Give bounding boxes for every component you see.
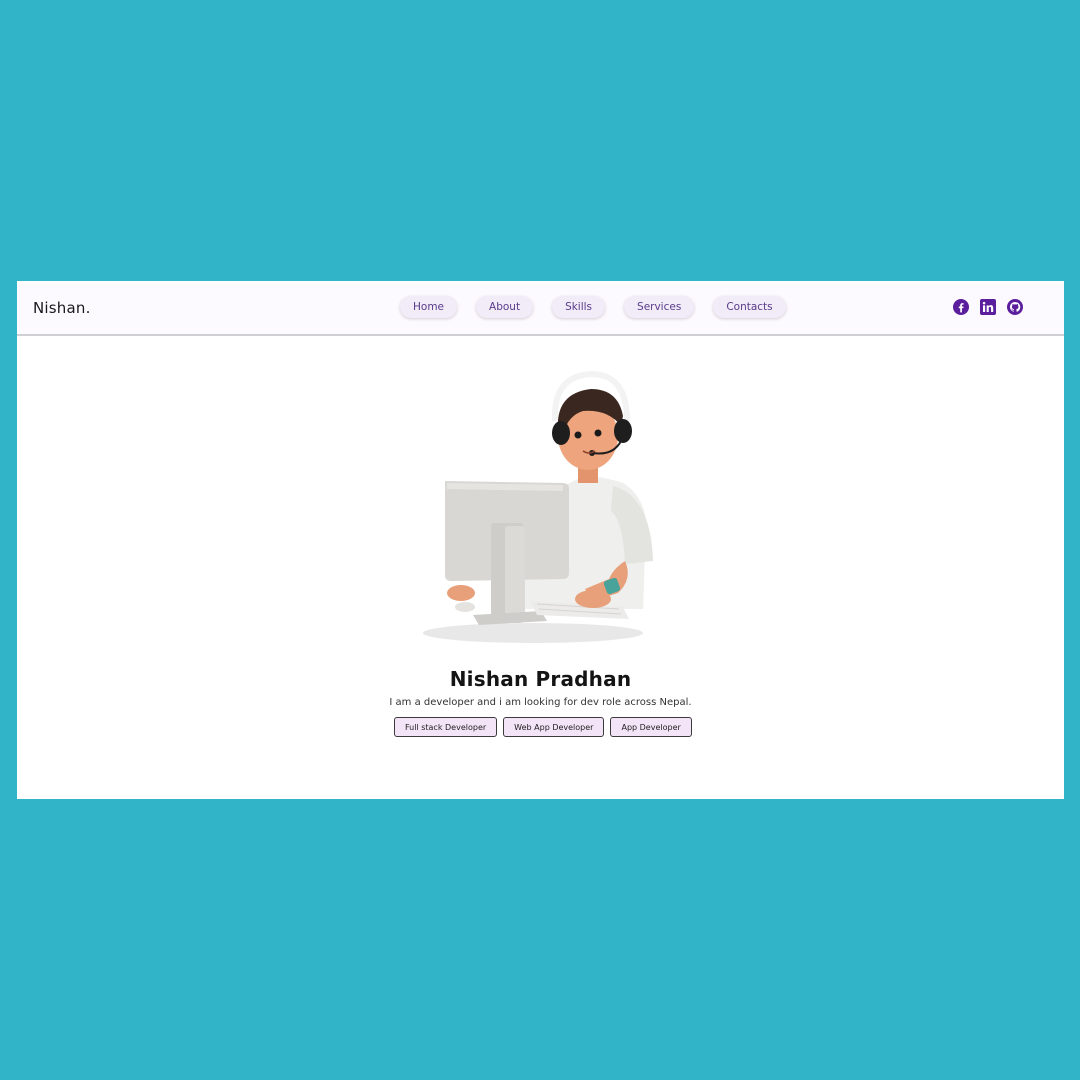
nav-services[interactable]: Services (624, 296, 695, 318)
role-app-button[interactable]: App Developer (610, 717, 692, 737)
nav-contacts[interactable]: Contacts (713, 296, 786, 318)
developer-illustration (423, 371, 653, 643)
facebook-icon[interactable] (953, 299, 969, 315)
github-icon[interactable] (1007, 299, 1023, 315)
linkedin-icon[interactable] (980, 299, 996, 315)
navbar: Nishan. Home About Skills Services Conta… (17, 284, 1064, 336)
brand-logo[interactable]: Nishan. (33, 299, 91, 317)
role-full-stack-button[interactable]: Full stack Developer (394, 717, 498, 737)
role-buttons: Full stack Developer Web App Developer A… (394, 717, 692, 737)
portfolio-page: Nishan. Home About Skills Services Conta… (17, 281, 1064, 799)
nav-links: Home About Skills Services Contacts (400, 296, 786, 320)
nav-home[interactable]: Home (400, 296, 458, 318)
nav-skills[interactable]: Skills (552, 296, 606, 318)
hero-name: Nishan Pradhan (449, 667, 632, 691)
role-web-app-button[interactable]: Web App Developer (503, 717, 605, 737)
nav-about[interactable]: About (476, 296, 534, 318)
social-links (953, 299, 1023, 315)
hero-tagline: I am a developer and i am looking for de… (389, 697, 692, 708)
